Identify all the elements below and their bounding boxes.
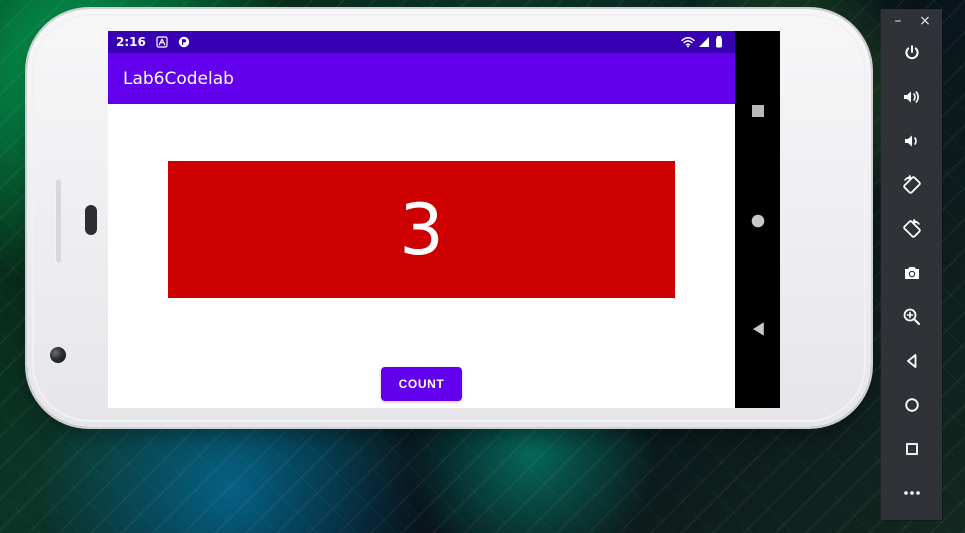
- android-navigation-bar: [735, 31, 780, 408]
- home-icon[interactable]: [749, 212, 766, 229]
- minimize-label: –: [894, 13, 902, 29]
- recents-icon[interactable]: [749, 102, 766, 119]
- status-bar: 2:16: [108, 31, 735, 53]
- status-left: 2:16: [116, 35, 190, 49]
- emulator-window-controls: – ×: [881, 9, 942, 32]
- wifi-icon: [681, 36, 695, 48]
- app-content: 3 COUNT: [108, 104, 735, 408]
- rotate-left-icon[interactable]: [901, 174, 923, 196]
- count-display: 3: [168, 161, 675, 298]
- notification-circle-icon: [178, 36, 190, 48]
- back-icon[interactable]: [749, 320, 766, 337]
- notification-a-icon: [156, 36, 168, 48]
- emulator-overview-icon[interactable]: [901, 438, 923, 460]
- emulator-back-icon[interactable]: [901, 350, 923, 372]
- camera-icon[interactable]: [901, 262, 923, 284]
- emulator-control-panel: – ×: [881, 9, 942, 520]
- battery-icon: [715, 36, 727, 48]
- status-time: 2:16: [116, 35, 146, 49]
- volume-down-icon[interactable]: [901, 130, 923, 152]
- minimize-button[interactable]: –: [889, 12, 907, 30]
- app-bar: Lab6Codelab: [108, 53, 735, 104]
- left-slot: [55, 179, 61, 263]
- front-camera: [50, 347, 66, 363]
- signal-icon: [698, 36, 710, 48]
- rotate-right-icon[interactable]: [901, 218, 923, 240]
- close-label: ×: [919, 13, 931, 29]
- count-button[interactable]: COUNT: [381, 367, 462, 401]
- zoom-icon[interactable]: [901, 306, 923, 328]
- volume-up-icon[interactable]: [901, 86, 923, 108]
- more-icon[interactable]: [901, 482, 923, 504]
- app-title: Lab6Codelab: [123, 68, 234, 89]
- emulator-home-icon[interactable]: [901, 394, 923, 416]
- power-icon[interactable]: [901, 42, 923, 64]
- count-value: 3: [399, 188, 444, 271]
- phone-screen: 2:16 Lab6Codelab 3 COUNT: [108, 31, 735, 408]
- speaker-grille: [85, 205, 97, 235]
- close-button[interactable]: ×: [916, 12, 934, 30]
- status-right: [681, 36, 727, 48]
